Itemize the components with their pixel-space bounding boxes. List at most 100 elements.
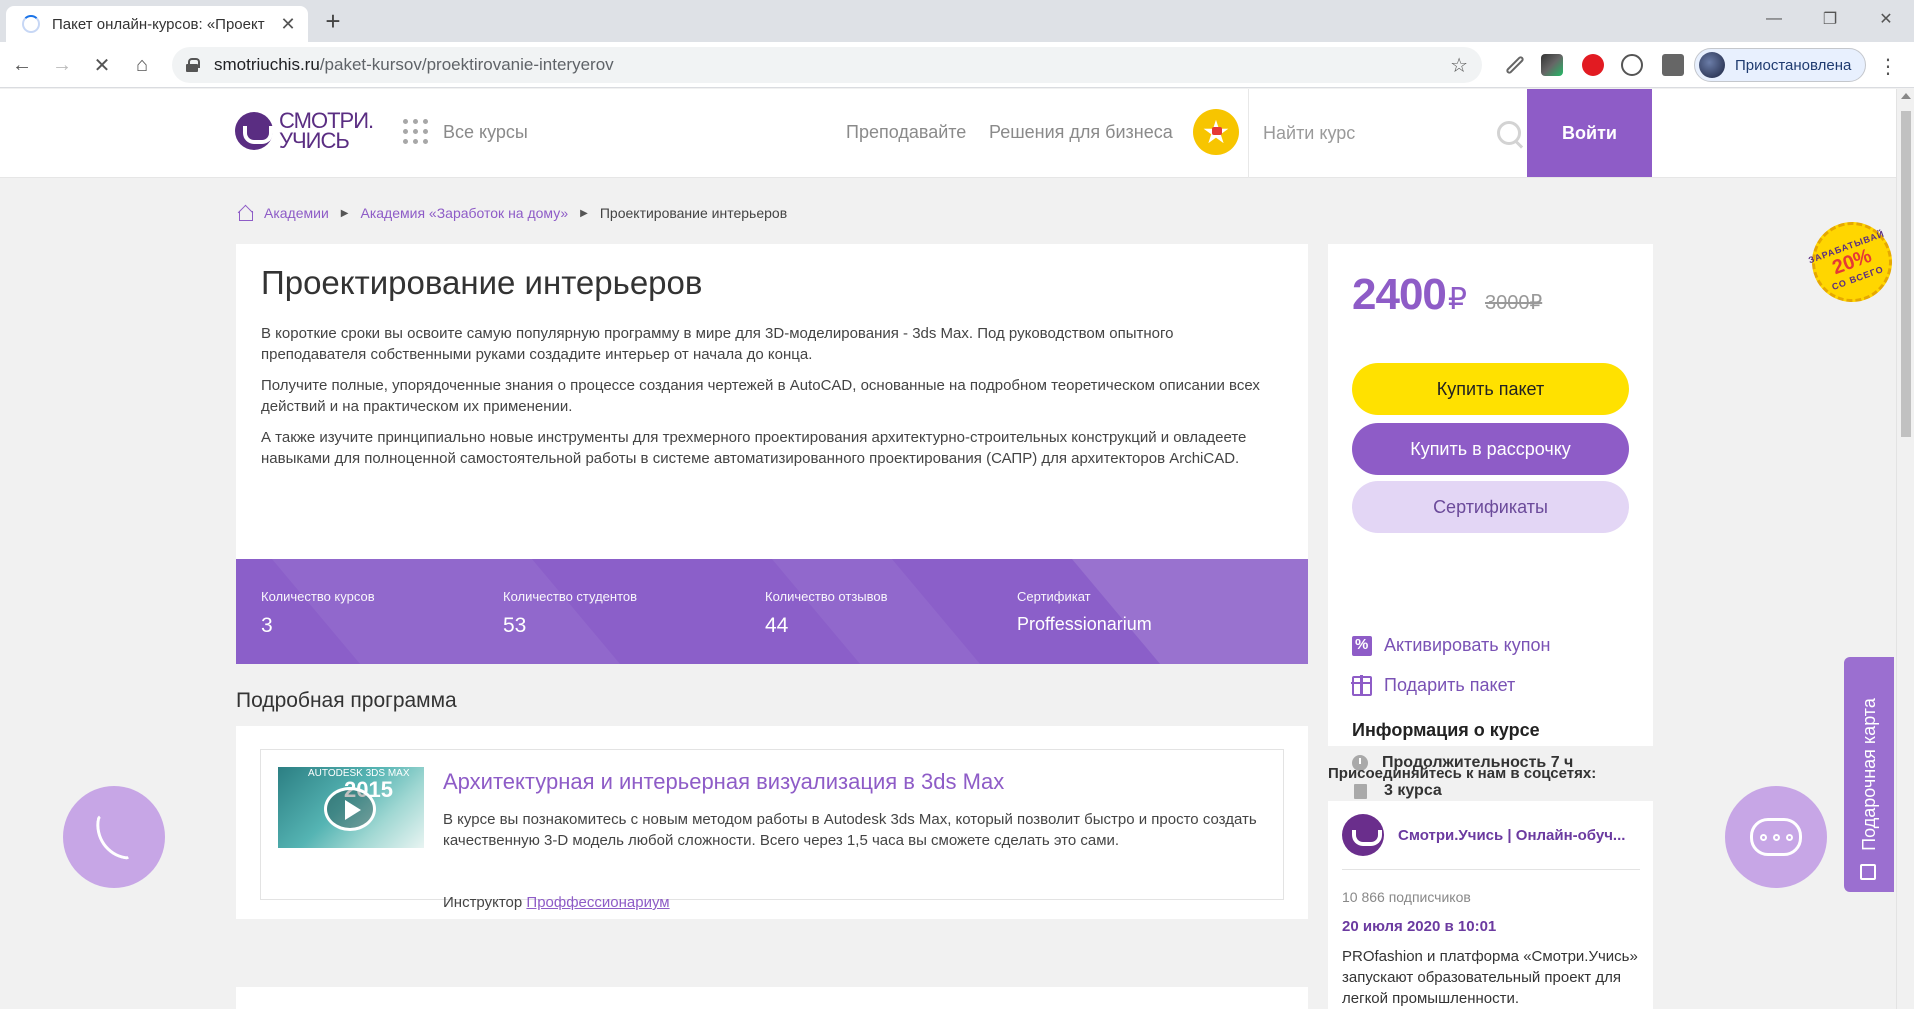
currency-symbol: ₽ [1447,283,1467,316]
search-box [1248,89,1526,178]
program-card-next [236,987,1308,1009]
chat-extension-icon[interactable] [1621,54,1643,76]
instructor-link[interactable]: Проффессионариум [526,894,669,911]
video-camera-icon [1212,127,1222,135]
logo-mark-icon [235,112,273,150]
avatar [1699,52,1725,78]
search-input[interactable] [1263,123,1495,144]
courses-count-row: 3 курса [1352,782,1442,800]
certificates-button[interactable]: Сертификаты [1352,481,1629,533]
chat-bubble-icon [1750,818,1802,856]
old-price: 3000₽ [1484,292,1543,314]
profile-button[interactable]: Приостановлена [1694,48,1866,82]
buy-package-button[interactable]: Купить пакет [1352,363,1629,415]
stat-students: Количество студентов 53 [503,589,637,638]
list-item: AUTODESK 3DS MAX 2015 Архитектурная и ин… [260,749,1284,911]
login-button[interactable]: Войти [1527,89,1652,177]
gift-card-label: Подарочная карта [1858,698,1879,851]
courses-count-label: 3 курса [1384,782,1442,799]
new-tab-button[interactable]: + [318,6,348,36]
social-group-name[interactable]: Смотри.Учись | Онлайн-обуч... [1398,827,1638,844]
earn-percent-badge[interactable]: ЗАРАБАТЫВАЙ 20% СО ВСЕГО [1800,210,1896,314]
promo-star-badge[interactable]: ★ [1193,109,1239,155]
stop-loading-icon[interactable]: ✕ [86,49,118,81]
course-info-title: Информация о курсе [1352,720,1540,740]
scrollbar-thumb[interactable] [1901,111,1911,437]
gift-card-tab[interactable]: Подарочная карта [1844,657,1894,892]
site-logo[interactable]: СМОТРИ. УЧИСЬ [235,110,374,152]
home-icon[interactable] [238,206,253,221]
screen-extension-icon[interactable] [1541,54,1563,76]
gift-package-label: Подарить пакет [1384,675,1516,695]
browser-toolbar: ← → ✕ ⌂ smotriuchis.ru/paket-kursov/proe… [0,42,1914,88]
nav-link-teach[interactable]: Преподавайте [846,122,966,143]
scroll-up-arrow-icon[interactable] [1901,93,1911,99]
url-text[interactable]: smotriuchis.ru/paket-kursov/proektirovan… [214,55,1450,75]
course-stats-band: Количество курсов 3 Количество студентов… [236,559,1308,664]
course-description-1: В короткие сроки вы освоите самую популя… [261,325,1174,363]
course-title-link[interactable]: Архитектурная и интерьерная визуализация… [443,769,1004,795]
puzzle-extensions-icon[interactable] [1662,54,1684,76]
grid-dots-icon [403,119,429,145]
post-text: PROfashion и платформа «Смотри.Учись» за… [1342,948,1638,1007]
gift-package-link[interactable]: Подарить пакет [1351,674,1516,696]
gift-icon [1351,674,1372,696]
breadcrumb-separator-icon: ▶ [580,207,588,219]
close-tab-icon[interactable]: ✕ [278,14,298,34]
activate-coupon-label: Активировать купон [1384,635,1551,655]
restore-window-icon[interactable]: ❐ [1802,0,1858,38]
page-title: Проектирование интерьеров [261,264,703,301]
social-widget: Смотри.Учись | Онлайн-обуч... 10 866 под… [1328,801,1653,1009]
home-icon[interactable]: ⌂ [126,49,158,81]
close-window-icon[interactable]: ✕ [1858,0,1914,38]
opera-extension-icon[interactable] [1582,54,1604,76]
back-arrow-icon[interactable]: ← [6,49,38,81]
breadcrumb-academy-home-earnings[interactable]: Академия «Заработок на дому» [360,205,568,221]
play-icon[interactable] [324,787,376,831]
stat-label: Сертификат [1017,589,1091,604]
browser-tab[interactable]: Пакет онлайн-курсов: «Проект ✕ [6,6,308,42]
program-card: AUTODESK 3DS MAX 2015 Архитектурная и ин… [236,726,1308,919]
browser-menu-icon[interactable]: ⋮ [1878,54,1898,79]
all-courses-menu[interactable]: Все курсы [403,119,528,145]
stat-label: Количество отзывов [765,589,888,604]
post-date[interactable]: 20 июля 2020 в 10:01 [1342,918,1496,935]
search-icon[interactable] [1495,119,1521,149]
stat-value: 3 [261,614,273,637]
course-description-3: А также изучите принципиально новые инст… [261,429,1247,467]
avatar[interactable] [1342,814,1384,856]
phone-icon [90,813,138,861]
stat-certificate: Сертификат Proffessionarium [1017,589,1152,635]
purchase-panel: 2400 ₽ 3000₽ Купить пакет Купить в расср… [1328,244,1653,799]
buy-installment-button[interactable]: Купить в рассрочку [1352,423,1629,475]
current-price: 2400 [1352,270,1447,319]
instructor-label: Инструктор [443,894,523,911]
breadcrumb-separator-icon: ▶ [340,207,349,219]
stat-courses: Количество курсов 3 [261,589,375,638]
site-header: СМОТРИ. УЧИСЬ Все курсы Преподавайте Реше… [0,89,1896,178]
chat-button[interactable] [1725,786,1827,888]
all-courses-label: Все курсы [443,121,528,142]
stat-value: 44 [765,614,789,637]
breadcrumb: Академии ▶ Академия «Заработок на дому» … [238,205,787,221]
page-viewport: СМОТРИ. УЧИСЬ Все курсы Преподавайте Реше… [0,89,1896,1009]
nav-link-business[interactable]: Решения для бизнеса [989,122,1173,143]
minimize-window-icon[interactable]: — [1746,0,1802,38]
page-scrollbar[interactable] [1896,89,1914,1009]
forward-arrow-icon[interactable]: → [46,49,78,81]
bookmark-star-icon[interactable]: ☆ [1450,53,1468,78]
coupon-icon [1352,635,1372,656]
eyedropper-extension-icon[interactable] [1505,55,1525,75]
address-bar[interactable]: smotriuchis.ru/paket-kursov/proektirovan… [172,47,1482,83]
activate-coupon-link[interactable]: Активировать купон [1352,635,1550,656]
stat-value: 53 [503,614,527,637]
lock-icon[interactable] [186,58,200,72]
stat-reviews: Количество отзывов 44 [765,589,888,638]
social-title: Присоединяйтесь к нам в соцсетях: [1328,765,1597,782]
breadcrumb-academies[interactable]: Академии [264,205,329,221]
breadcrumb-current: Проектирование интерьеров [599,205,788,221]
call-button[interactable] [63,786,165,888]
instructor-line: Инструктор Проффессионариум [443,894,670,911]
tab-title: Пакет онлайн-курсов: «Проект [52,15,265,33]
course-thumbnail[interactable]: AUTODESK 3DS MAX 2015 [278,767,424,848]
